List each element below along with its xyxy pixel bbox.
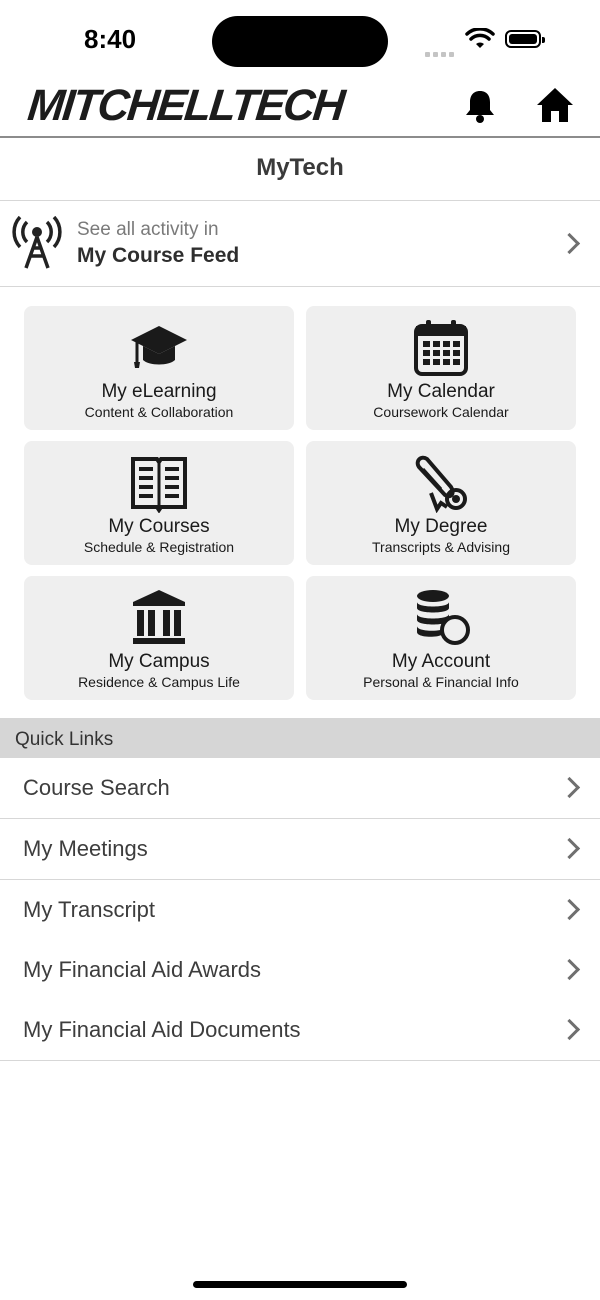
tile-subtitle: Schedule & Registration <box>83 539 235 555</box>
tile-subtitle: Content & Collaboration <box>84 404 234 420</box>
coins-icon <box>417 590 470 645</box>
quick-link-label: My Financial Aid Documents <box>23 1017 301 1042</box>
mitchelltech-logo: MITCHELLTECH <box>25 81 346 130</box>
page-title-bar: MyTech <box>0 138 600 201</box>
quick-link-course-search[interactable]: Course Search <box>0 758 600 819</box>
dynamic-island <box>212 16 388 67</box>
quick-link-my-meetings[interactable]: My Meetings <box>0 819 600 880</box>
quick-links-header: Quick Links <box>0 718 600 758</box>
battery-icon <box>505 30 545 48</box>
home-icon[interactable] <box>535 86 575 124</box>
tile-subtitle: Coursework Calendar <box>373 404 509 420</box>
quick-link-label: My Financial Aid Awards <box>23 957 262 982</box>
notifications-bell-icon[interactable] <box>462 88 498 124</box>
quick-link-label: My Transcript <box>23 897 156 922</box>
tile-title: My eLearning <box>101 381 217 402</box>
feed-caption: See all activity in <box>77 219 219 240</box>
quick-link-label: Course Search <box>23 775 170 800</box>
feed-title: My Course Feed <box>77 244 240 267</box>
cellular-signal-icon <box>425 44 457 62</box>
chevron-right-icon <box>562 959 576 981</box>
calendar-icon <box>414 320 468 376</box>
quick-link-financial-aid-awards[interactable]: My Financial Aid Awards <box>0 940 600 1001</box>
tile-title: My Degree <box>394 516 488 537</box>
chevron-right-icon <box>562 899 576 921</box>
tile-my-courses[interactable]: My Courses Schedule & Registration <box>24 441 294 565</box>
campus-building-icon <box>133 590 185 644</box>
tile-my-elearning[interactable]: My eLearning Content & Collaboration <box>24 306 294 430</box>
page-title: MyTech <box>256 154 344 181</box>
graduation-cap-icon <box>131 326 187 368</box>
tile-title: My Account <box>391 651 491 672</box>
status-bar: 8:40 <box>0 0 600 80</box>
chevron-right-icon <box>562 233 576 255</box>
status-time: 8:40 <box>84 24 137 54</box>
quick-link-my-transcript[interactable]: My Transcript <box>0 880 600 941</box>
home-indicator[interactable] <box>193 1281 407 1288</box>
quick-link-financial-aid-documents[interactable]: My Financial Aid Documents <box>0 1000 600 1061</box>
tile-my-account[interactable]: My Account Personal & Financial Info <box>306 576 576 700</box>
tile-my-degree[interactable]: My Degree Transcripts & Advising <box>306 441 576 565</box>
tile-my-campus[interactable]: My Campus Residence & Campus Life <box>24 576 294 700</box>
quick-link-label: My Meetings <box>23 836 148 861</box>
tile-subtitle: Personal & Financial Info <box>363 674 519 690</box>
quick-links-heading: Quick Links <box>15 729 114 750</box>
wifi-icon <box>465 28 495 48</box>
broadcast-tower-icon <box>12 216 62 269</box>
tile-subtitle: Transcripts & Advising <box>372 539 510 555</box>
tile-title: My Courses <box>108 516 210 537</box>
chevron-right-icon <box>562 1019 576 1041</box>
course-feed-row[interactable]: See all activity in My Course Feed <box>0 202 600 287</box>
tile-subtitle: Residence & Campus Life <box>78 674 240 690</box>
chevron-right-icon <box>562 838 576 860</box>
book-icon <box>131 457 187 513</box>
app-header: MITCHELLTECH <box>0 80 600 138</box>
tile-title: My Calendar <box>387 381 495 402</box>
tile-my-calendar[interactable]: My Calendar Coursework Calendar <box>306 306 576 430</box>
diploma-icon <box>415 455 467 513</box>
tile-title: My Campus <box>108 651 210 672</box>
chevron-right-icon <box>562 777 576 799</box>
